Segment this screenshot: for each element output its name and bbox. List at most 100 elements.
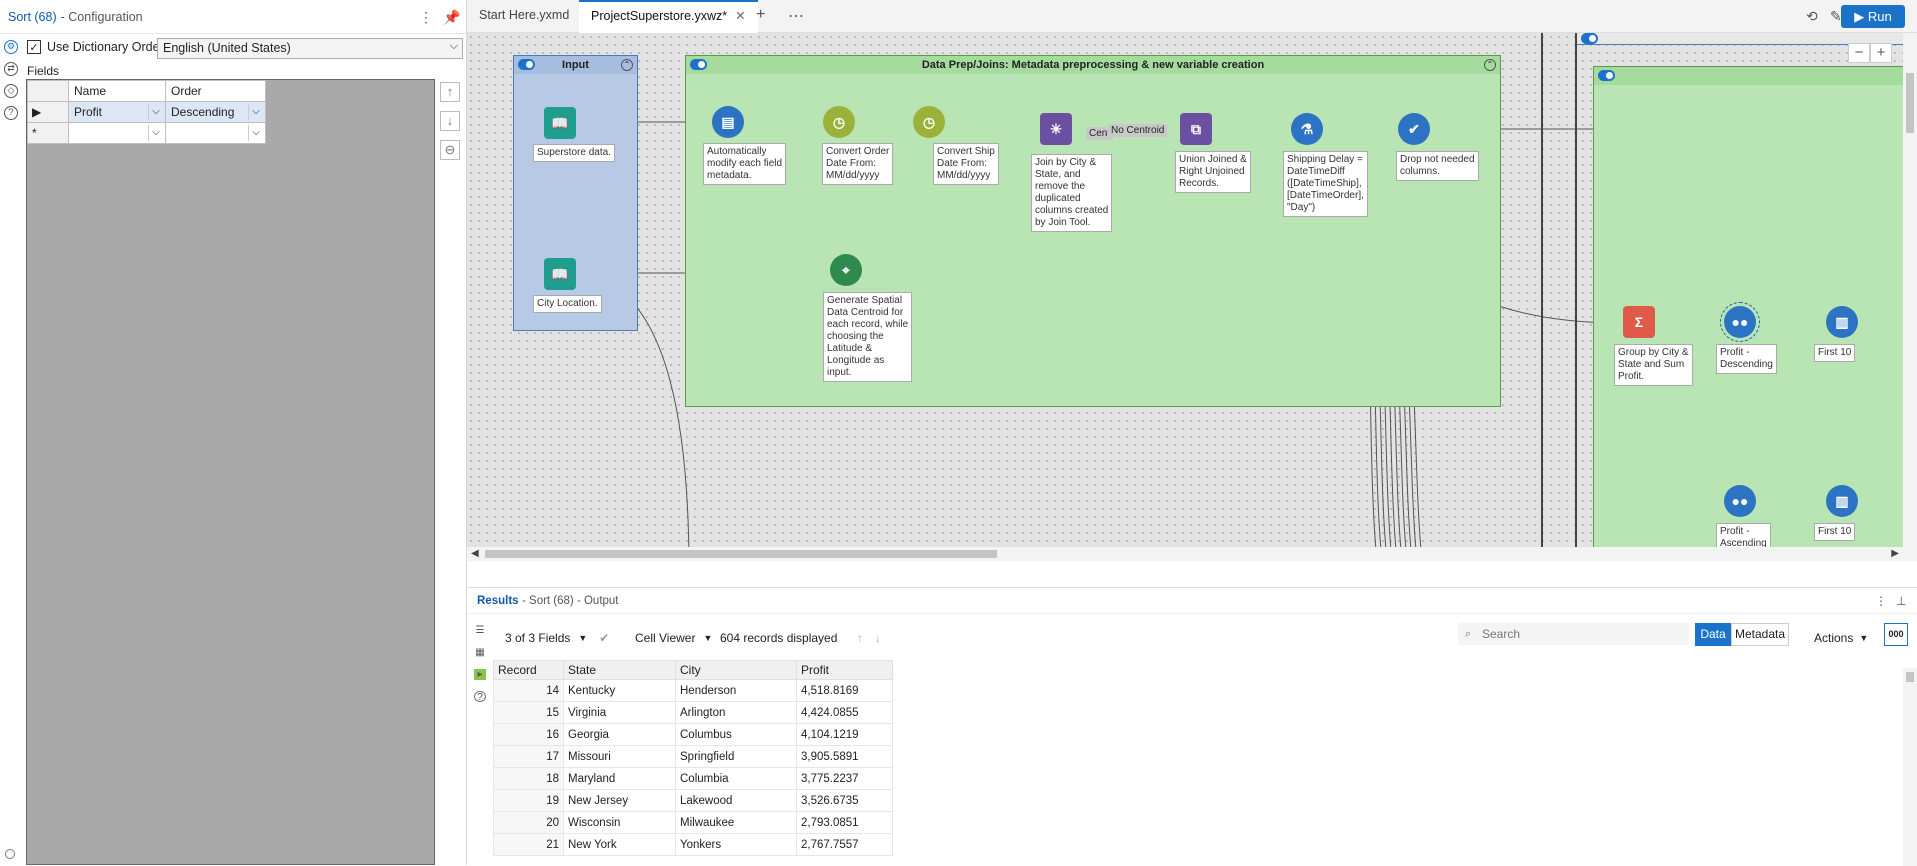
canvas-vertical-scrollbar[interactable] [1903, 33, 1917, 561]
grid-new-row[interactable]: * ⌵ ⌵ [27, 122, 266, 144]
more-tabs-icon[interactable]: ⋯ [788, 6, 804, 26]
workflow-canvas[interactable]: Input ⌃ Data Prep/Joins: Metadata prepro… [467, 33, 1917, 561]
dictionary-order-checkbox[interactable]: ✓ [27, 40, 41, 54]
table-row[interactable]: 17 Missouri Springfield 3,905.5891 [493, 745, 893, 768]
chevron-down-icon: ▼ [703, 633, 713, 643]
column-header-record[interactable]: Record [493, 660, 564, 680]
results-header-row: Record State City Profit [493, 660, 893, 680]
table-row[interactable]: 21 New York Yonkers 2,767.7557 [493, 833, 893, 856]
union-icon[interactable]: ⧉ [1180, 113, 1212, 145]
chevron-down-icon[interactable]: ⌵ [248, 104, 263, 120]
data-toggle-button[interactable]: Data [1695, 623, 1731, 646]
apply-check-icon[interactable]: ✔ [599, 631, 609, 645]
search-input[interactable]: ⌕ Search [1458, 623, 1689, 645]
chevron-down-icon[interactable]: ⌵ [148, 104, 163, 120]
table-row[interactable]: 19 New Jersey Lakewood 3,526.6735 [493, 789, 893, 812]
chevron-down-icon[interactable]: ⌵ [248, 125, 263, 141]
sort-icon[interactable]: ●● [1720, 302, 1760, 342]
zoom-in-button[interactable]: + [1870, 43, 1892, 63]
output-icon[interactable]: ▸ [474, 669, 486, 680]
new-field-order-cell[interactable]: ⌵ [165, 122, 266, 144]
container-toggle[interactable] [518, 59, 535, 70]
history-icon[interactable]: ⟲ [1806, 8, 1818, 25]
column-header-city[interactable]: City [675, 660, 797, 680]
chevron-down-icon: ⌵ [449, 40, 458, 52]
records-displayed: 604 records displayed [720, 631, 838, 645]
magic-wand-icon[interactable]: ✎ [1830, 8, 1842, 25]
canvas-horizontal-scrollbar[interactable]: ◀ ▶ [467, 547, 1917, 561]
more-options-icon[interactable]: ⋮ [419, 9, 433, 26]
pin-icon[interactable]: ⊥ [1896, 594, 1906, 608]
config-header: Sort (68) - Configuration ⋮ 📌 [0, 0, 466, 34]
sample-icon[interactable]: ▥ [1826, 306, 1858, 338]
config-title: Sort (68) [8, 9, 57, 24]
arrow-up-icon[interactable]: ↑ [857, 631, 863, 645]
new-field-name-cell[interactable]: ⌵ [68, 122, 166, 144]
table-row[interactable]: 20 Wisconsin Milwaukee 2,793.0851 [493, 811, 893, 834]
dictionary-order-label: Use Dictionary Order [47, 40, 164, 54]
pin-icon[interactable]: 📌 [443, 9, 460, 26]
column-header-profit[interactable]: Profit [796, 660, 893, 680]
field-order-cell[interactable]: Descending ⌵ [165, 101, 266, 123]
run-button[interactable]: ▶ Run [1841, 5, 1905, 28]
fields-selector[interactable]: 3 of 3 Fields ▼ ✔ [505, 606, 609, 645]
arrow-down-icon[interactable]: ↓ [875, 631, 881, 645]
move-down-button[interactable]: ↓ [440, 111, 460, 131]
scroll-thumb[interactable] [485, 550, 997, 558]
help-icon[interactable]: ? [474, 691, 486, 703]
spatial-point-icon[interactable]: ⌖ [830, 254, 862, 286]
container-toggle[interactable] [690, 59, 707, 70]
select-icon[interactable]: ✔ [1398, 113, 1430, 145]
tag-icon[interactable]: ◇ [4, 84, 18, 98]
metadata-toggle-button[interactable]: Metadata [1731, 623, 1789, 646]
language-select[interactable]: English (United States) ⌵ [157, 38, 463, 59]
tool-annotation: Generate Spatial Data Centroid for each … [823, 292, 913, 382]
zoom-out-button[interactable]: − [1848, 43, 1870, 63]
actions-menu[interactable]: Actions ▼ [1814, 606, 1868, 645]
autofield-icon[interactable]: ▤ [712, 106, 744, 138]
cell-viewer-selector[interactable]: Cell Viewer ▼ [635, 606, 712, 645]
find-nearest-join-icon[interactable]: ✳ [1040, 113, 1072, 145]
number-format-button[interactable]: 000 [1884, 623, 1908, 646]
list-icon[interactable]: ☰ [474, 625, 486, 636]
grid-row[interactable]: ▶ Profit ⌵ Descending ⌵ [27, 101, 266, 123]
table-row[interactable]: 15 Virginia Arlington 4,424.0855 [493, 701, 893, 724]
remove-row-button[interactable]: ⊖ [440, 140, 460, 160]
tab-project-superstore[interactable]: ProjectSuperstore.yxwz* ✕ [579, 0, 758, 33]
table-row[interactable]: 18 Maryland Columbia 3,775.2237 [493, 767, 893, 790]
scroll-right-icon[interactable]: ▶ [1891, 547, 1899, 561]
row-selector-icon[interactable]: ▶ [27, 101, 69, 123]
results-vertical-scrollbar[interactable] [1903, 668, 1917, 866]
input-container[interactable]: Input ⌃ [513, 55, 638, 331]
table-icon[interactable]: ▦ [474, 647, 486, 658]
sort-icon[interactable]: ●● [1724, 485, 1756, 517]
sample-icon[interactable]: ▥ [1826, 485, 1858, 517]
table-row[interactable]: 14 Kentucky Henderson 4,518.8169 [493, 679, 893, 702]
collapse-icon[interactable]: ⌃ [1484, 59, 1496, 71]
scroll-left-icon[interactable]: ◀ [471, 547, 479, 561]
collapse-icon[interactable]: ⌃ [621, 59, 633, 71]
input-data-icon[interactable]: 📖 [544, 258, 576, 290]
summarize-sigma-icon[interactable]: Σ [1623, 306, 1655, 338]
settings-gear-icon[interactable]: ⚙ [4, 40, 18, 54]
table-row[interactable]: 16 Georgia Columbus 4,104.1219 [493, 723, 893, 746]
move-up-button[interactable]: ↑ [440, 82, 460, 102]
container-toggle[interactable] [1598, 70, 1615, 81]
field-name-cell[interactable]: Profit ⌵ [68, 101, 166, 123]
add-tab-icon[interactable]: + [756, 6, 765, 24]
language-value: English (United States) [163, 41, 291, 55]
help-icon[interactable]: ? [4, 106, 18, 120]
close-icon[interactable]: ✕ [735, 9, 745, 23]
connection-icon[interactable]: ⇄ [4, 62, 18, 76]
datetime-icon[interactable]: ◷ [823, 106, 855, 138]
more-options-icon[interactable]: ⋮ [1875, 594, 1887, 608]
chevron-down-icon[interactable]: ⌵ [148, 125, 163, 141]
chevron-down-icon: ▼ [1859, 633, 1869, 643]
column-header-state[interactable]: State [563, 660, 676, 680]
input-data-icon[interactable]: 📖 [544, 107, 576, 139]
datetime-icon[interactable]: ◷ [913, 106, 945, 138]
formula-flask-icon[interactable]: ⚗ [1291, 113, 1323, 145]
join-label-no-centroid: No Centroid [1108, 124, 1168, 137]
container-toggle[interactable] [1581, 33, 1598, 44]
config-side-icons: ⚙ ⇄ ◇ ? [4, 40, 20, 128]
